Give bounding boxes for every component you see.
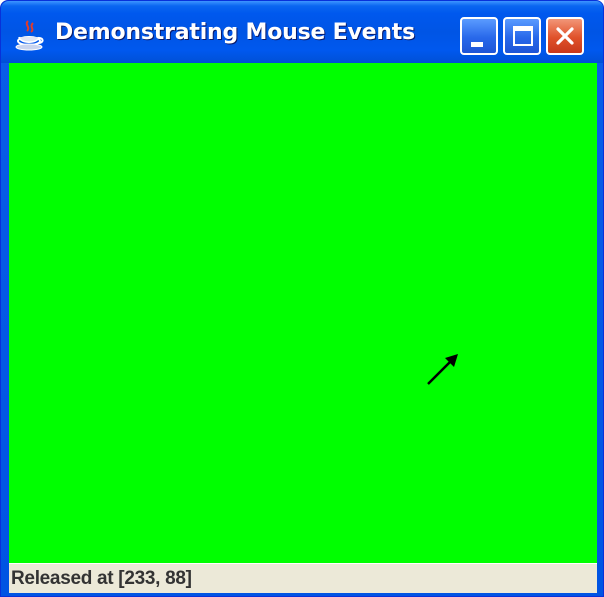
application-window: Demonstrating Mouse Events Released at [… bbox=[0, 0, 604, 597]
maximize-icon bbox=[513, 26, 533, 46]
java-coffee-cup-icon[interactable] bbox=[15, 19, 45, 51]
close-button[interactable] bbox=[546, 17, 584, 55]
minimize-button[interactable] bbox=[460, 17, 498, 55]
status-label: Released at [233, 88] bbox=[11, 568, 192, 589]
maximize-button[interactable] bbox=[503, 17, 541, 55]
mouse-event-panel[interactable] bbox=[9, 63, 597, 563]
close-icon bbox=[556, 27, 574, 45]
title-bar[interactable]: Demonstrating Mouse Events bbox=[1, 1, 603, 63]
status-bar: Released at [233, 88] bbox=[9, 563, 597, 593]
window-title: Demonstrating Mouse Events bbox=[55, 20, 416, 45]
arrow-cursor-icon bbox=[427, 354, 458, 385]
minimize-icon bbox=[471, 42, 483, 47]
